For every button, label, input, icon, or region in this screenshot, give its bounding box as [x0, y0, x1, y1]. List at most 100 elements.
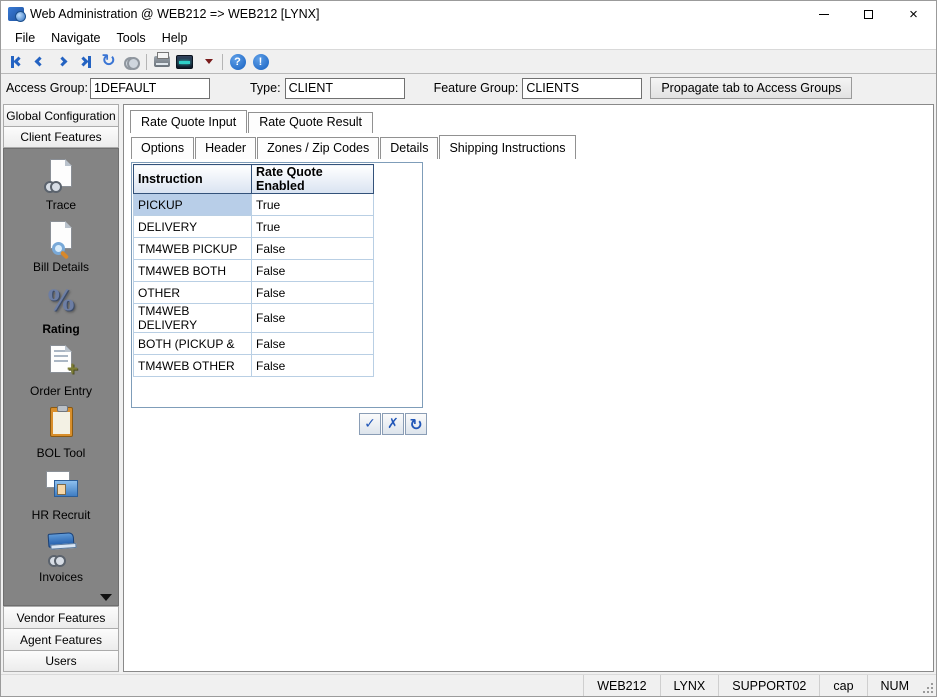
- first-record-button[interactable]: [5, 51, 28, 72]
- sidebar-item-bol-tool[interactable]: BOL Tool: [4, 405, 118, 467]
- cell-instruction[interactable]: BOTH (PICKUP &: [133, 332, 252, 355]
- find-button[interactable]: [120, 51, 143, 72]
- help-icon: ?: [229, 53, 246, 70]
- type-input[interactable]: [284, 77, 405, 99]
- table-row[interactable]: BOTH (PICKUP & False: [133, 332, 374, 355]
- trace-icon: [42, 157, 80, 195]
- table-row[interactable]: TM4WEB OTHER False: [133, 354, 374, 377]
- access-group-label: Access Group:: [6, 81, 88, 95]
- refresh-icon: ↻: [409, 414, 423, 434]
- window-controls: ×: [801, 1, 936, 27]
- next-record-button[interactable]: [51, 51, 74, 72]
- chevron-down-icon: [204, 59, 213, 64]
- cell-enabled[interactable]: False: [251, 259, 374, 282]
- tab-rate-quote-input[interactable]: Rate Quote Input: [130, 110, 248, 133]
- cell-instruction[interactable]: PICKUP: [133, 193, 252, 216]
- cell-enabled[interactable]: False: [251, 237, 374, 260]
- status-user: SUPPORT02: [718, 675, 819, 696]
- last-record-icon: [78, 55, 91, 68]
- menu-tools[interactable]: Tools: [109, 29, 154, 47]
- sidebar-item-order-entry[interactable]: + Order Entry: [4, 343, 118, 405]
- table-row[interactable]: OTHER False: [133, 281, 374, 304]
- tab-details[interactable]: Details: [380, 137, 439, 159]
- sidebar-item-bill-details[interactable]: Bill Details: [4, 219, 118, 281]
- cell-enabled[interactable]: True: [251, 215, 374, 238]
- table-row[interactable]: TM4WEB DELIVERY False: [133, 303, 374, 333]
- tab-zones-zip-codes[interactable]: Zones / Zip Codes: [257, 137, 380, 159]
- sidebar-item-users[interactable]: Users: [3, 650, 119, 672]
- tab-rate-quote-result[interactable]: Rate Quote Result: [248, 112, 374, 133]
- tab-options[interactable]: Options: [131, 137, 195, 159]
- tab-header[interactable]: Header: [195, 137, 257, 159]
- sidebar-item-global-configuration[interactable]: Global Configuration: [3, 104, 119, 126]
- cancel-button[interactable]: ✗: [382, 413, 404, 435]
- last-record-button[interactable]: [74, 51, 97, 72]
- status-bar: WEB212 LYNX SUPPORT02 cap NUM: [1, 674, 936, 696]
- close-icon: ×: [909, 5, 918, 23]
- invoices-icon: [42, 529, 80, 567]
- previous-record-icon: [34, 56, 45, 67]
- feature-label: Invoices: [38, 570, 84, 584]
- status-database: LYNX: [659, 675, 719, 696]
- tab-shipping-instructions[interactable]: Shipping Instructions: [439, 135, 576, 159]
- menu-help[interactable]: Help: [154, 29, 196, 47]
- toolbar-separator: [146, 53, 147, 70]
- sidebar-item-trace[interactable]: Trace: [4, 157, 118, 219]
- table-row[interactable]: TM4WEB PICKUP False: [133, 237, 374, 260]
- feature-group-input[interactable]: [522, 77, 643, 99]
- table-row[interactable]: DELIVERY True: [133, 215, 374, 238]
- about-icon: !: [252, 53, 269, 70]
- sidebar-item-client-features[interactable]: Client Features: [3, 126, 119, 148]
- access-group-input[interactable]: [89, 77, 210, 99]
- column-header-rate-quote-enabled[interactable]: Rate Quote Enabled: [251, 164, 374, 194]
- screen-dropdown-button[interactable]: [196, 51, 219, 72]
- cell-enabled[interactable]: True: [251, 193, 374, 216]
- type-label: Type:: [249, 81, 281, 95]
- previous-record-button[interactable]: [28, 51, 51, 72]
- sidebar-item-hr-recruit[interactable]: HR Recruit: [4, 467, 118, 529]
- print-icon: [153, 52, 170, 67]
- table-row[interactable]: TM4WEB BOTH False: [133, 259, 374, 282]
- bol-tool-icon: [42, 405, 80, 443]
- menu-file[interactable]: File: [7, 29, 43, 47]
- cell-instruction[interactable]: TM4WEB BOTH: [133, 259, 252, 282]
- feature-label: Rating: [42, 322, 80, 336]
- feature-label: Order Entry: [29, 384, 92, 398]
- menu-navigate[interactable]: Navigate: [43, 29, 108, 47]
- tab-strip: Rate Quote Input Rate Quote Result: [130, 110, 927, 133]
- column-header-instruction[interactable]: Instruction: [133, 164, 252, 194]
- cell-instruction[interactable]: OTHER: [133, 281, 252, 304]
- help-button[interactable]: ?: [226, 51, 249, 72]
- cell-instruction[interactable]: TM4WEB DELIVERY: [133, 303, 252, 333]
- feature-label: BOL Tool: [36, 446, 86, 460]
- status-server: WEB212: [583, 675, 659, 696]
- refresh-button[interactable]: ↻: [97, 51, 120, 72]
- table-row[interactable]: PICKUP True: [133, 193, 374, 216]
- maximize-button[interactable]: [846, 1, 891, 27]
- sidebar-item-agent-features[interactable]: Agent Features: [3, 628, 119, 650]
- scroll-down-icon[interactable]: [100, 594, 112, 601]
- sidebar-item-invoices[interactable]: Invoices: [4, 529, 118, 591]
- print-button[interactable]: [150, 51, 173, 72]
- sidebar-item-vendor-features[interactable]: Vendor Features: [3, 606, 119, 628]
- minimize-button[interactable]: [801, 1, 846, 27]
- sidebar-item-rating[interactable]: % Rating: [4, 281, 118, 343]
- refresh-table-button[interactable]: ↻: [405, 413, 427, 435]
- cell-enabled[interactable]: False: [251, 303, 374, 333]
- record-form-row: Access Group: Type: Feature Group: Propa…: [1, 74, 936, 102]
- propagate-tab-button[interactable]: Propagate tab to Access Groups: [650, 77, 853, 99]
- cell-instruction[interactable]: TM4WEB OTHER: [133, 354, 252, 377]
- cell-enabled[interactable]: False: [251, 332, 374, 355]
- cell-enabled[interactable]: False: [251, 281, 374, 304]
- cell-instruction[interactable]: TM4WEB PICKUP: [133, 237, 252, 260]
- order-entry-icon: +: [42, 343, 80, 381]
- screen-button[interactable]: [173, 51, 196, 72]
- confirm-button[interactable]: ✓: [359, 413, 381, 435]
- about-button[interactable]: !: [249, 51, 272, 72]
- resize-grip[interactable]: [922, 675, 936, 696]
- first-record-icon: [11, 55, 24, 68]
- status-numlock: NUM: [866, 675, 922, 696]
- cell-enabled[interactable]: False: [251, 354, 374, 377]
- cell-instruction[interactable]: DELIVERY: [133, 215, 252, 238]
- close-button[interactable]: ×: [891, 1, 936, 27]
